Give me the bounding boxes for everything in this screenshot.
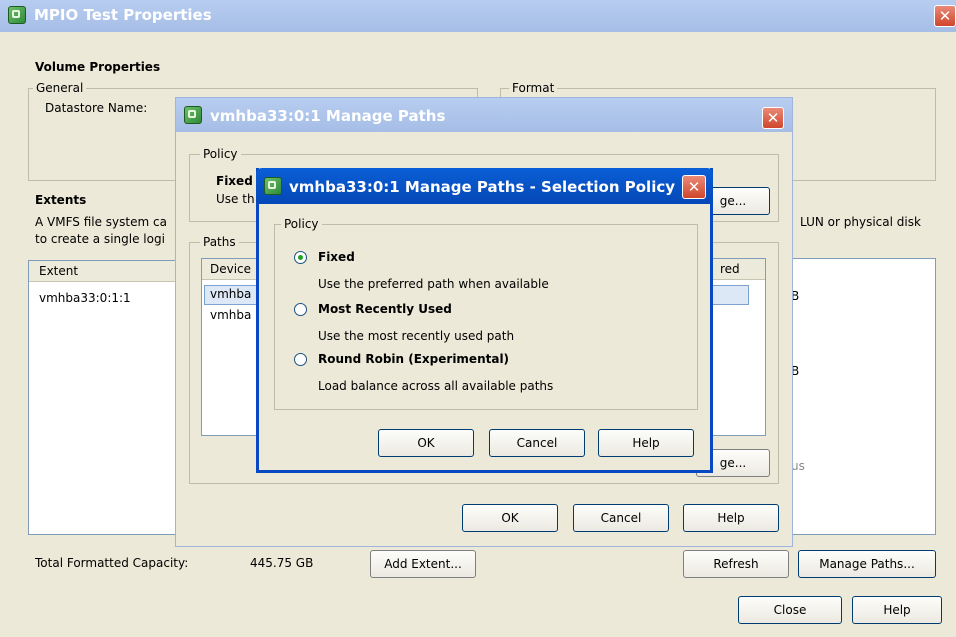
extent-list-header: Extent [29,261,178,282]
option-mru-label[interactable]: Most Recently Used [318,302,452,316]
manage-paths-cancel-button[interactable]: Cancel [573,504,669,532]
selection-policy-close-icon[interactable]: ✕ [682,175,706,199]
app-icon [184,106,202,124]
app-icon [8,6,26,24]
selection-policy-title: vmhba33:0:1 Manage Paths - Selection Pol… [289,178,676,196]
extents-heading: Extents [35,193,87,207]
manage-paths-help-button[interactable]: Help [683,504,779,532]
extent-details-panel: B B us [790,258,936,535]
extents-right-text: LUN or physical disk [800,215,921,229]
manage-paths-title-bar[interactable]: vmhba33:0:1 Manage Paths [176,98,792,132]
selection-cancel-button[interactable]: Cancel [489,429,585,457]
selection-ok-button[interactable]: OK [378,429,474,457]
option-fixed-label[interactable]: Fixed [318,250,355,264]
option-round-robin-label[interactable]: Round Robin (Experimental) [318,352,509,366]
volume-properties-heading: Volume Properties [35,60,161,74]
total-capacity-value: 445.75 GB [250,556,314,570]
manage-paths-ok-button[interactable]: OK [462,504,558,532]
main-close-icon[interactable]: ✕ [934,5,956,27]
main-title-bar[interactable]: MPIO Test Properties [0,0,956,32]
current-policy-desc: Use th [216,192,255,206]
add-extent-button[interactable]: Add Extent... [370,550,476,578]
extent-column-header: Extent [39,264,79,278]
selection-policy-dialog: vmhba33:0:1 Manage Paths - Selection Pol… [256,168,713,473]
refresh-button[interactable]: Refresh [683,550,789,578]
general-group-label: General [33,81,87,95]
main-help-button[interactable]: Help [852,596,942,624]
path-row[interactable]: vmhba [210,287,251,301]
format-group-label: Format [509,81,558,95]
extents-description-line2: to create a single logi [35,232,165,246]
preferred-column-header: red [720,262,740,276]
datastore-name-label: Datastore Name: [45,101,148,115]
path-row[interactable]: vmhba [210,308,251,322]
selection-help-button[interactable]: Help [598,429,694,457]
total-capacity-label: Total Formatted Capacity: [35,556,189,570]
radio-fixed[interactable] [294,251,307,264]
main-window-title: MPIO Test Properties [34,6,212,24]
option-round-robin-description: Load balance across all available paths [318,379,554,393]
manage-paths-policy-label: Policy [200,147,241,161]
option-mru-description: Use the most recently used path [318,329,515,343]
main-close-button[interactable]: Close [738,596,842,624]
detail-fragment: us [791,459,805,473]
app-icon [264,177,282,195]
paths-group-label: Paths [200,235,239,249]
selection-policy-group-label: Policy [281,217,322,231]
extent-row[interactable]: vmhba33:0:1:1 [39,291,131,305]
option-fixed-description: Use the preferred path when available [318,277,549,291]
manage-paths-close-icon[interactable]: ✕ [762,107,784,129]
radio-round-robin[interactable] [294,353,307,366]
device-column-header: Device [210,262,252,276]
manage-paths-title: vmhba33:0:1 Manage Paths [210,107,446,125]
current-policy-value: Fixed [216,174,253,188]
extents-description-line1: A VMFS file system ca [35,215,167,229]
extent-list[interactable]: Extent vmhba33:0:1:1 [28,260,178,535]
manage-paths-button[interactable]: Manage Paths... [798,550,936,578]
radio-most-recently-used[interactable] [294,303,307,316]
selection-policy-title-bar[interactable]: vmhba33:0:1 Manage Paths - Selection Pol… [256,168,713,204]
